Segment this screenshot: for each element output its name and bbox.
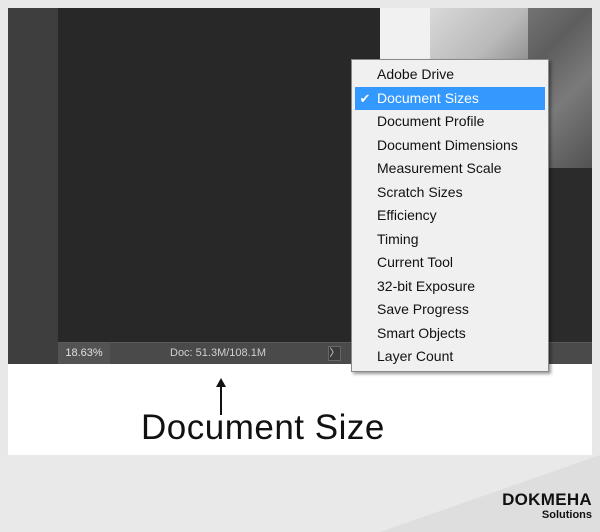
menu-item-current-tool[interactable]: Current Tool: [355, 251, 545, 274]
tools-panel-strip: [8, 8, 58, 364]
menu-item-layer-count[interactable]: Layer Count: [355, 345, 545, 368]
document-size-info: Doc: 51.3M/108.1M: [170, 347, 266, 359]
menu-item-measurement-scale[interactable]: Measurement Scale: [355, 157, 545, 180]
brand-logo: DOKMEHA Solutions: [490, 491, 592, 522]
menu-item-adobe-drive[interactable]: Adobe Drive: [355, 63, 545, 86]
menu-item-efficiency[interactable]: Efficiency: [355, 204, 545, 227]
screenshot-frame: 18.63% Doc: 51.3M/108.1M 〉 Adobe Drive ✔…: [8, 8, 592, 455]
chevron-right-icon: 〉: [329, 348, 340, 359]
checkmark-icon: ✔: [359, 91, 371, 106]
caption-document-size: Document Size: [141, 408, 385, 447]
menu-item-document-profile[interactable]: Document Profile: [355, 110, 545, 133]
menu-item-document-sizes[interactable]: ✔ Document Sizes: [355, 87, 545, 110]
status-info-menu: Adobe Drive ✔ Document Sizes Document Pr…: [351, 59, 549, 372]
brand-subtitle: Solutions: [541, 509, 592, 521]
brand-name: DOKMEHA: [502, 490, 592, 509]
menu-item-document-dimensions[interactable]: Document Dimensions: [355, 134, 545, 157]
menu-item-32-bit-exposure[interactable]: 32-bit Exposure: [355, 275, 545, 298]
menu-item-timing[interactable]: Timing: [355, 228, 545, 251]
menu-item-smart-objects[interactable]: Smart Objects: [355, 322, 545, 345]
status-menu-button[interactable]: 〉: [328, 346, 341, 361]
zoom-level[interactable]: 18.63%: [58, 343, 110, 364]
menu-item-save-progress[interactable]: Save Progress: [355, 298, 545, 321]
menu-item-scratch-sizes[interactable]: Scratch Sizes: [355, 181, 545, 204]
